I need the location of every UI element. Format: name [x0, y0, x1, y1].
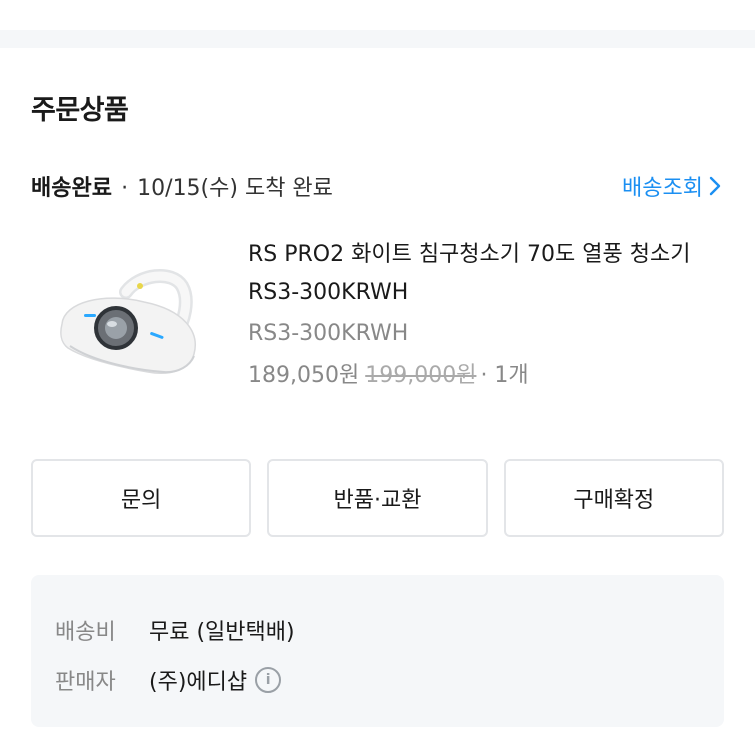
sale-price: 189,050원 — [248, 363, 360, 388]
shipping-fee-value: 무료 (일반택배) — [149, 620, 295, 645]
top-spacer — [0, 0, 755, 48]
product-option: RS3-300KRWH — [248, 321, 409, 346]
seller-value: (주)에디샵 — [149, 670, 248, 695]
inquiry-button[interactable]: 문의 — [31, 459, 252, 537]
chevron-right-icon — [709, 176, 721, 196]
status-separator: · — [121, 176, 129, 201]
top-white-strip — [0, 0, 755, 30]
order-actions: 문의 반품·교환 구매확정 — [31, 459, 724, 537]
shipping-fee-row: 배송비 무료 (일반택배) — [55, 605, 700, 655]
delivery-status-row: 배송완료 · 10/15(수) 도착 완료 배송조회 — [31, 170, 725, 206]
seller-label: 판매자 — [55, 670, 116, 695]
product-name[interactable]: RS PRO2 화이트 침구청소기 70도 열풍 청소기 RS3-300KRWH — [248, 236, 728, 312]
track-delivery-link[interactable]: 배송조회 — [622, 170, 721, 202]
seller-row: 판매자 (주)에디샵 i — [55, 655, 700, 705]
track-delivery-label: 배송조회 — [622, 176, 703, 201]
info-icon[interactable]: i — [255, 667, 282, 693]
product-info: RS PRO2 화이트 침구청소기 70도 열풍 청소기 RS3-300KRWH… — [248, 236, 728, 394]
return-exchange-button[interactable]: 반품·교환 — [267, 459, 488, 537]
confirm-purchase-button[interactable]: 구매확정 — [503, 459, 724, 537]
order-info-panel: 배송비 무료 (일반택배) 판매자 (주)에디샵 i — [31, 575, 724, 727]
quantity: · 1개 — [480, 363, 529, 388]
delivery-status: 배송완료 — [31, 176, 112, 201]
original-price: 199,000원 — [365, 363, 477, 388]
shipping-fee-label: 배송비 — [55, 620, 116, 645]
price-row: 189,050원 199,000원 · 1개 — [248, 358, 728, 394]
product-image[interactable] — [44, 262, 214, 397]
delivery-detail: 10/15(수) 도착 완료 — [137, 176, 333, 201]
section-title: 주문상품 — [31, 95, 129, 126]
